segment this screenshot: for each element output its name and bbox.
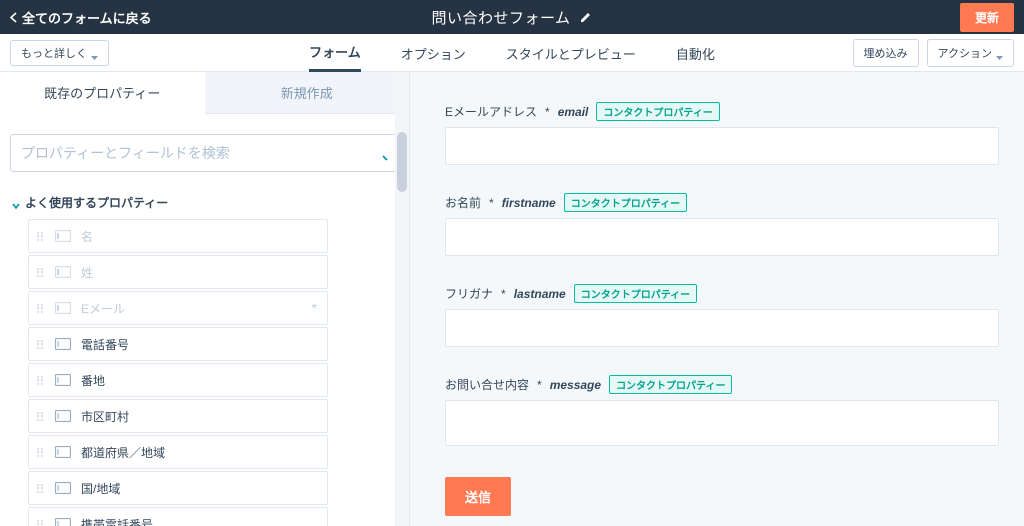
property-label: 国/地域 bbox=[81, 480, 120, 497]
property-label: Eメール bbox=[81, 300, 125, 317]
contact-property-chip: コンタクトプロパティー bbox=[564, 193, 687, 212]
textfield-icon bbox=[55, 410, 71, 422]
form-field[interactable]: お名前 * firstname コンタクトプロパティー bbox=[445, 193, 999, 256]
drag-handle-icon bbox=[37, 412, 45, 421]
field-label: お問い合せ内容 bbox=[445, 376, 529, 393]
textfield-icon bbox=[55, 374, 71, 386]
search-icon bbox=[372, 145, 388, 161]
textfield-icon bbox=[55, 338, 71, 350]
sidebar: 既存のプロパティー 新規作成 よく使用するプロパティー 名姓 Eメール * 電話番号番… bbox=[0, 72, 410, 526]
property-label: 番地 bbox=[81, 372, 105, 389]
field-label: フリガナ bbox=[445, 285, 493, 302]
field-internal-name: message bbox=[550, 378, 601, 392]
more-label: もっと詳しく bbox=[21, 45, 87, 61]
caret-down-icon bbox=[91, 51, 98, 55]
contact-property-chip: コンタクトプロパティー bbox=[609, 375, 732, 394]
tab-automation[interactable]: 自動化 bbox=[676, 34, 715, 72]
textfield-preview[interactable] bbox=[445, 127, 999, 165]
contact-property-chip: コンタクトプロパティー bbox=[596, 102, 719, 121]
property-item[interactable]: 国/地域 bbox=[28, 471, 328, 505]
group-header[interactable]: よく使用するプロパティー bbox=[0, 184, 409, 219]
group-title: よく使用するプロパティー bbox=[25, 194, 168, 211]
textfield-preview[interactable] bbox=[445, 309, 999, 347]
property-label: 姓 bbox=[81, 264, 93, 281]
caret-down-icon bbox=[996, 51, 1003, 55]
drag-handle-icon bbox=[37, 376, 45, 385]
property-label: 電話番号 bbox=[81, 336, 129, 353]
contact-property-chip: コンタクトプロパティー bbox=[574, 284, 697, 303]
page-title: 問い合わせフォーム bbox=[431, 7, 570, 28]
search-box[interactable] bbox=[10, 134, 399, 172]
textfield-icon bbox=[55, 302, 71, 314]
top-bar: 全てのフォームに戻る 問い合わせフォーム 更新 bbox=[0, 0, 1024, 34]
property-label: 都道府県／地域 bbox=[81, 444, 165, 461]
property-item[interactable]: 携帯電話番号 bbox=[28, 507, 328, 526]
back-link[interactable]: 全てのフォームに戻る bbox=[10, 8, 152, 27]
more-button[interactable]: もっと詳しく bbox=[10, 40, 109, 66]
back-label: 全てのフォームに戻る bbox=[22, 8, 152, 27]
property-label: 名 bbox=[81, 228, 93, 245]
field-internal-name: firstname bbox=[502, 196, 556, 210]
drag-handle-icon bbox=[37, 304, 45, 313]
textfield-icon bbox=[55, 518, 71, 526]
tab-form[interactable]: フォーム bbox=[309, 34, 361, 72]
textfield-icon bbox=[55, 446, 71, 458]
field-label-row: お名前 * firstname コンタクトプロパティー bbox=[445, 193, 999, 212]
field-label-row: フリガナ * lastname コンタクトプロパティー bbox=[445, 284, 999, 303]
textfield-icon bbox=[55, 230, 71, 242]
embed-button[interactable]: 埋め込み bbox=[853, 39, 919, 67]
scrollbar-track bbox=[395, 72, 409, 526]
field-internal-name: email bbox=[558, 105, 589, 119]
property-item: 名 bbox=[28, 219, 328, 253]
property-item: 姓 bbox=[28, 255, 328, 289]
property-item: Eメール * bbox=[28, 291, 328, 325]
form-field[interactable]: お問い合せ内容 * message コンタクトプロパティー bbox=[445, 375, 999, 449]
update-button[interactable]: 更新 bbox=[960, 3, 1014, 32]
sidebar-tab-new[interactable]: 新規作成 bbox=[205, 72, 410, 114]
drag-handle-icon bbox=[37, 232, 45, 241]
edit-title-icon[interactable] bbox=[579, 10, 593, 24]
field-internal-name: lastname bbox=[514, 287, 566, 301]
drag-handle-icon bbox=[37, 268, 45, 277]
required-asterisk: * bbox=[312, 300, 317, 316]
form-field[interactable]: フリガナ * lastname コンタクトプロパティー bbox=[445, 284, 999, 347]
drag-handle-icon bbox=[37, 484, 45, 493]
search-input[interactable] bbox=[21, 145, 372, 161]
field-label-row: お問い合せ内容 * message コンタクトプロパティー bbox=[445, 375, 999, 394]
textfield-preview[interactable] bbox=[445, 218, 999, 256]
drag-handle-icon bbox=[37, 340, 45, 349]
drag-handle-icon bbox=[37, 448, 45, 457]
tab-style[interactable]: スタイルとプレビュー bbox=[506, 34, 636, 72]
property-item[interactable]: 電話番号 bbox=[28, 327, 328, 361]
drag-handle-icon bbox=[37, 520, 45, 526]
field-label: Eメールアドレス bbox=[445, 103, 537, 120]
textfield-icon bbox=[55, 266, 71, 278]
textarea-preview[interactable] bbox=[445, 400, 999, 446]
chevron-left-icon bbox=[10, 12, 17, 23]
required-star: * bbox=[489, 196, 494, 210]
property-item[interactable]: 都道府県／地域 bbox=[28, 435, 328, 469]
property-list: 名姓Eメール*電話番号番地市区町村都道府県／地域国/地域携帯電話番号会社名 bbox=[0, 219, 409, 526]
property-label: 市区町村 bbox=[81, 408, 129, 425]
actions-button[interactable]: アクション bbox=[927, 39, 1014, 67]
required-star: * bbox=[545, 105, 550, 119]
required-star: * bbox=[537, 378, 542, 392]
property-item[interactable]: 市区町村 bbox=[28, 399, 328, 433]
required-star: * bbox=[501, 287, 506, 301]
textfield-icon bbox=[55, 482, 71, 494]
property-label: 携帯電話番号 bbox=[81, 516, 153, 526]
chevron-down-icon bbox=[12, 199, 20, 207]
scrollbar-thumb[interactable] bbox=[397, 132, 407, 192]
property-item[interactable]: 番地 bbox=[28, 363, 328, 397]
actions-label: アクション bbox=[938, 45, 992, 61]
nav-bar: もっと詳しく フォーム オプション スタイルとプレビュー 自動化 埋め込み アク… bbox=[0, 34, 1024, 72]
form-field[interactable]: Eメールアドレス * email コンタクトプロパティー bbox=[445, 102, 999, 165]
field-label-row: Eメールアドレス * email コンタクトプロパティー bbox=[445, 102, 999, 121]
tab-options[interactable]: オプション bbox=[401, 34, 466, 72]
form-canvas: Eメールアドレス*emailコンタクトプロパティーお名前*firstnameコン… bbox=[410, 72, 1024, 526]
field-label: お名前 bbox=[445, 194, 481, 211]
submit-button[interactable]: 送信 bbox=[445, 477, 511, 516]
sidebar-tab-existing[interactable]: 既存のプロパティー bbox=[0, 72, 205, 114]
